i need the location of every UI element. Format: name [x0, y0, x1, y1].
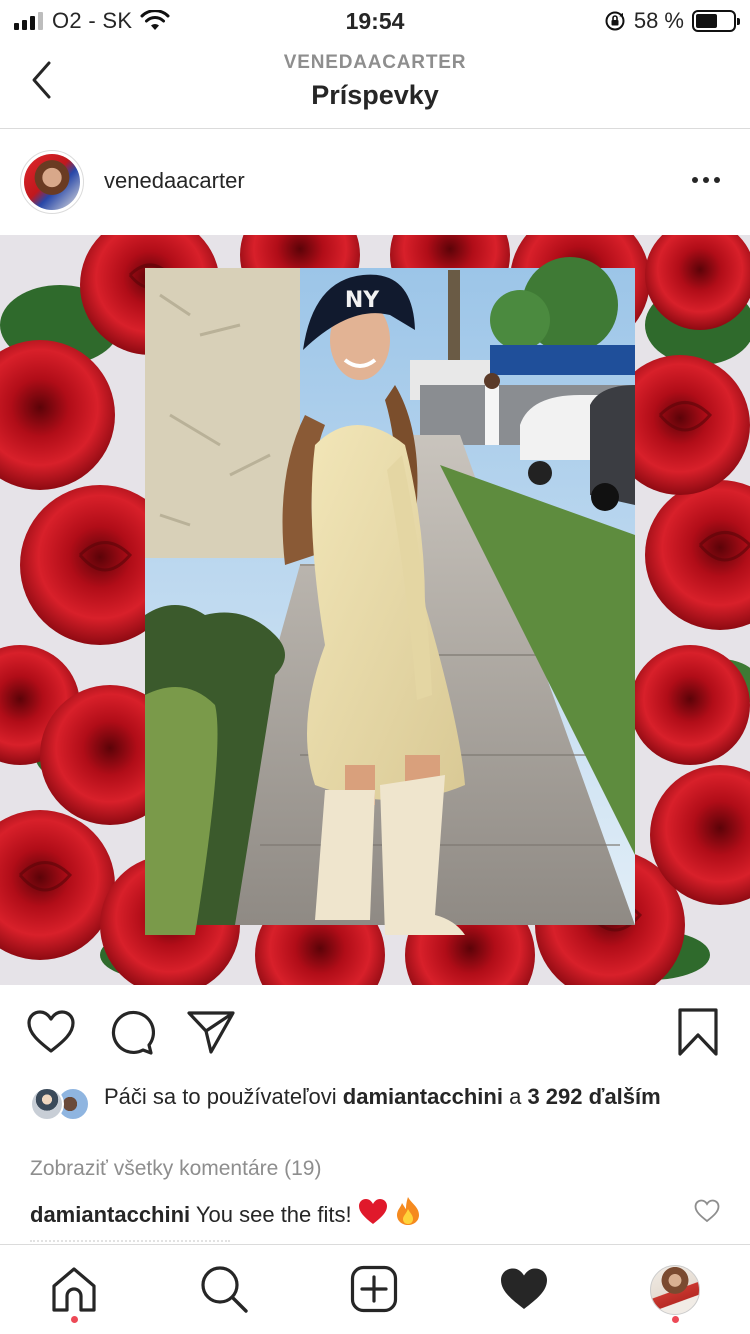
liker-avatars	[30, 1087, 94, 1123]
tab-activity[interactable]	[498, 1263, 550, 1315]
likes-count[interactable]: 3 292	[527, 1084, 582, 1109]
more-options-button[interactable]	[686, 165, 726, 195]
tab-profile[interactable]	[650, 1265, 700, 1315]
bookmark-icon	[678, 1008, 718, 1056]
likes-summary[interactable]: Páči sa to používateľovi damiantacchini …	[30, 1082, 720, 1121]
likes-text: Páči sa to používateľovi damiantacchini …	[30, 1082, 720, 1111]
comment-bubble-icon	[111, 1010, 155, 1055]
liker-username[interactable]: damiantacchini	[343, 1084, 503, 1109]
header-subtitle: VENEDAACARTER	[283, 52, 467, 73]
profile-avatar	[651, 1266, 699, 1314]
more-horizontal-icon	[692, 177, 698, 183]
plus-square-icon	[350, 1265, 398, 1313]
tab-new-post[interactable]	[348, 1263, 400, 1315]
tab-bar	[0, 1244, 750, 1334]
likes-suffix[interactable]: ďalším	[589, 1084, 661, 1109]
heart-filled-icon	[501, 1268, 547, 1309]
avatar-image	[24, 154, 80, 210]
likes-middle: a	[509, 1084, 522, 1109]
like-button[interactable]	[26, 1007, 76, 1057]
view-all-comments-link[interactable]: Zobraziť všetky komentáre (19)	[30, 1157, 321, 1181]
comment-button[interactable]	[106, 1007, 156, 1057]
liker-avatar	[30, 1087, 64, 1121]
save-button[interactable]	[673, 1007, 723, 1057]
battery-icon	[692, 10, 740, 32]
battery-level	[696, 14, 717, 28]
battery-percentage: 58 %	[633, 8, 684, 33]
share-button[interactable]	[186, 1007, 236, 1057]
avatar[interactable]	[20, 150, 84, 214]
likes-prefix: Páči sa to používateľovi	[104, 1084, 337, 1109]
status-right: 58 %	[604, 6, 740, 36]
post-header: venedaacarter	[0, 129, 750, 235]
comment-username[interactable]: damiantacchini	[30, 1202, 190, 1227]
post-image[interactable]: NY	[0, 235, 750, 985]
cap-logo: NY	[345, 288, 380, 313]
status-bar: O2 - SK 19:54 58 %	[0, 0, 750, 40]
red-heart-emoji-icon	[358, 1199, 387, 1224]
comment-like-button[interactable]	[694, 1199, 722, 1227]
heart-outline-icon	[694, 1199, 720, 1223]
comment: damiantacchini You see the fits!	[30, 1196, 670, 1230]
home-icon	[52, 1267, 96, 1312]
post-photo: NY	[0, 235, 750, 985]
paper-plane-icon	[187, 1011, 235, 1054]
profile-notification-dot	[672, 1316, 679, 1323]
page-title: Príspevky	[311, 80, 439, 110]
orientation-lock-icon	[605, 11, 625, 31]
search-icon	[201, 1266, 248, 1313]
tab-home[interactable]	[48, 1263, 100, 1315]
tab-search[interactable]	[198, 1263, 250, 1315]
post-username[interactable]: venedaacarter	[104, 168, 245, 194]
fire-emoji-icon	[396, 1197, 419, 1225]
post-actions	[0, 985, 750, 1081]
home-notification-dot	[71, 1316, 78, 1323]
heart-outline-icon	[27, 1010, 75, 1053]
comment-text: You see the fits!	[195, 1202, 352, 1227]
nav-header: VENEDAACARTER Príspevky	[0, 40, 750, 129]
